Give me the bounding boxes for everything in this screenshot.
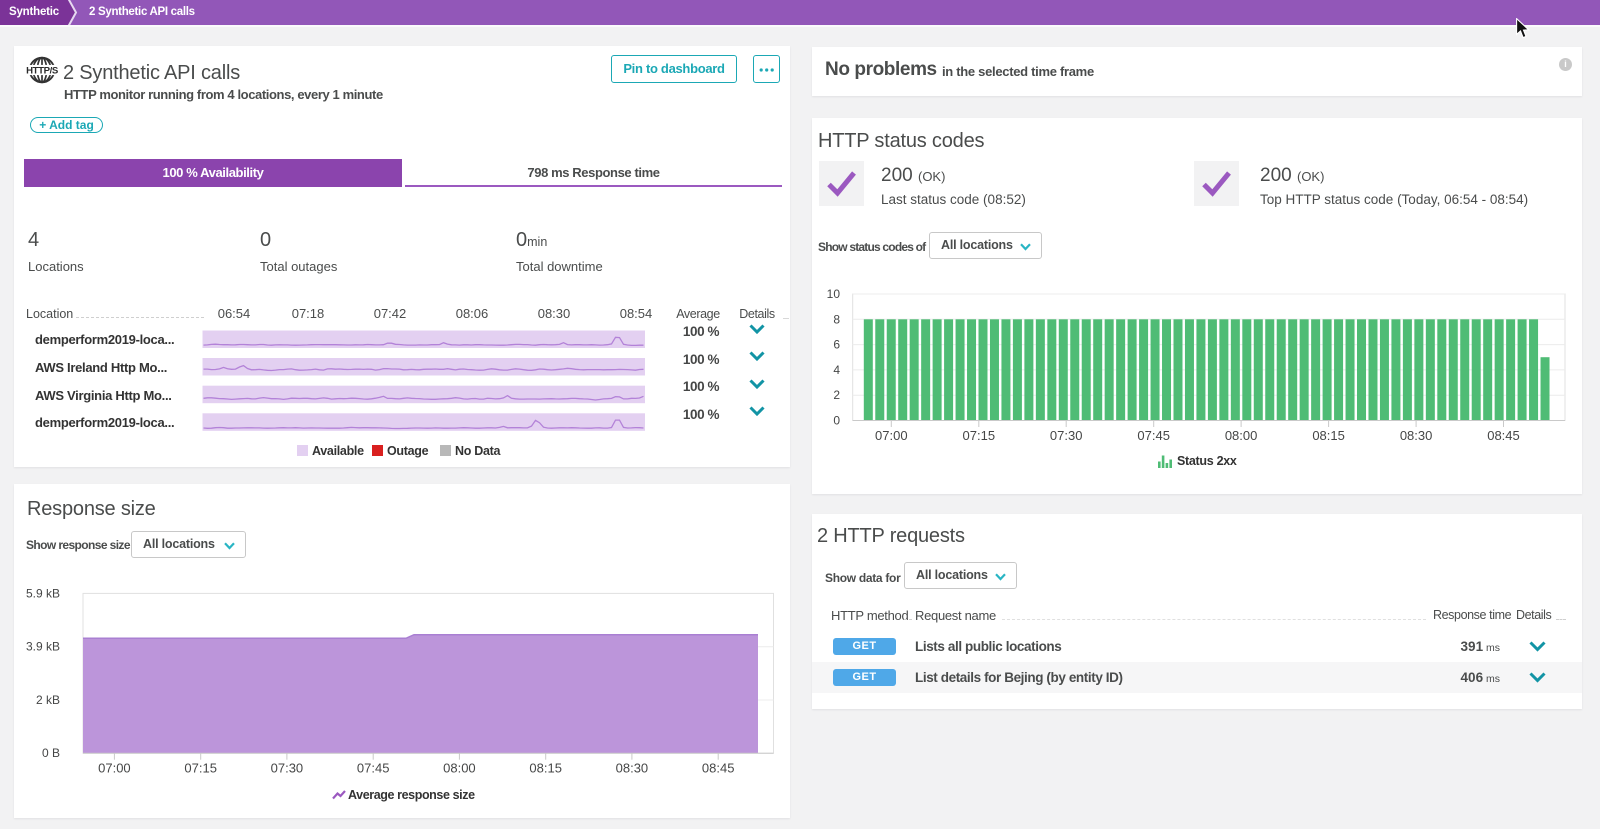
svg-text:08:45: 08:45 — [702, 761, 735, 776]
svg-text:07:15: 07:15 — [184, 761, 217, 776]
svg-text:07:30: 07:30 — [271, 761, 304, 776]
svg-text:5.9 kB: 5.9 kB — [26, 586, 60, 600]
svg-text:4: 4 — [833, 363, 840, 377]
svg-text:07:45: 07:45 — [357, 761, 390, 776]
svg-text:08:45: 08:45 — [1487, 428, 1520, 443]
svg-text:6: 6 — [833, 338, 840, 352]
svg-text:0: 0 — [833, 414, 840, 428]
svg-text:08:15: 08:15 — [529, 761, 562, 776]
svg-text:08:15: 08:15 — [1312, 428, 1345, 443]
svg-text:3.9 kB: 3.9 kB — [26, 640, 60, 654]
svg-text:2: 2 — [833, 388, 840, 402]
svg-text:2 kB: 2 kB — [36, 693, 60, 707]
svg-text:0 B: 0 B — [42, 746, 60, 760]
svg-text:08:30: 08:30 — [1400, 428, 1433, 443]
svg-text:08:00: 08:00 — [1225, 428, 1258, 443]
svg-text:07:30: 07:30 — [1050, 428, 1083, 443]
svg-text:07:15: 07:15 — [963, 428, 996, 443]
svg-text:08:30: 08:30 — [616, 761, 649, 776]
svg-text:07:00: 07:00 — [98, 761, 131, 776]
svg-text:8: 8 — [833, 312, 840, 326]
svg-text:07:00: 07:00 — [875, 428, 908, 443]
svg-text:07:45: 07:45 — [1137, 428, 1170, 443]
svg-text:08:00: 08:00 — [443, 761, 476, 776]
svg-text:10: 10 — [827, 287, 841, 301]
